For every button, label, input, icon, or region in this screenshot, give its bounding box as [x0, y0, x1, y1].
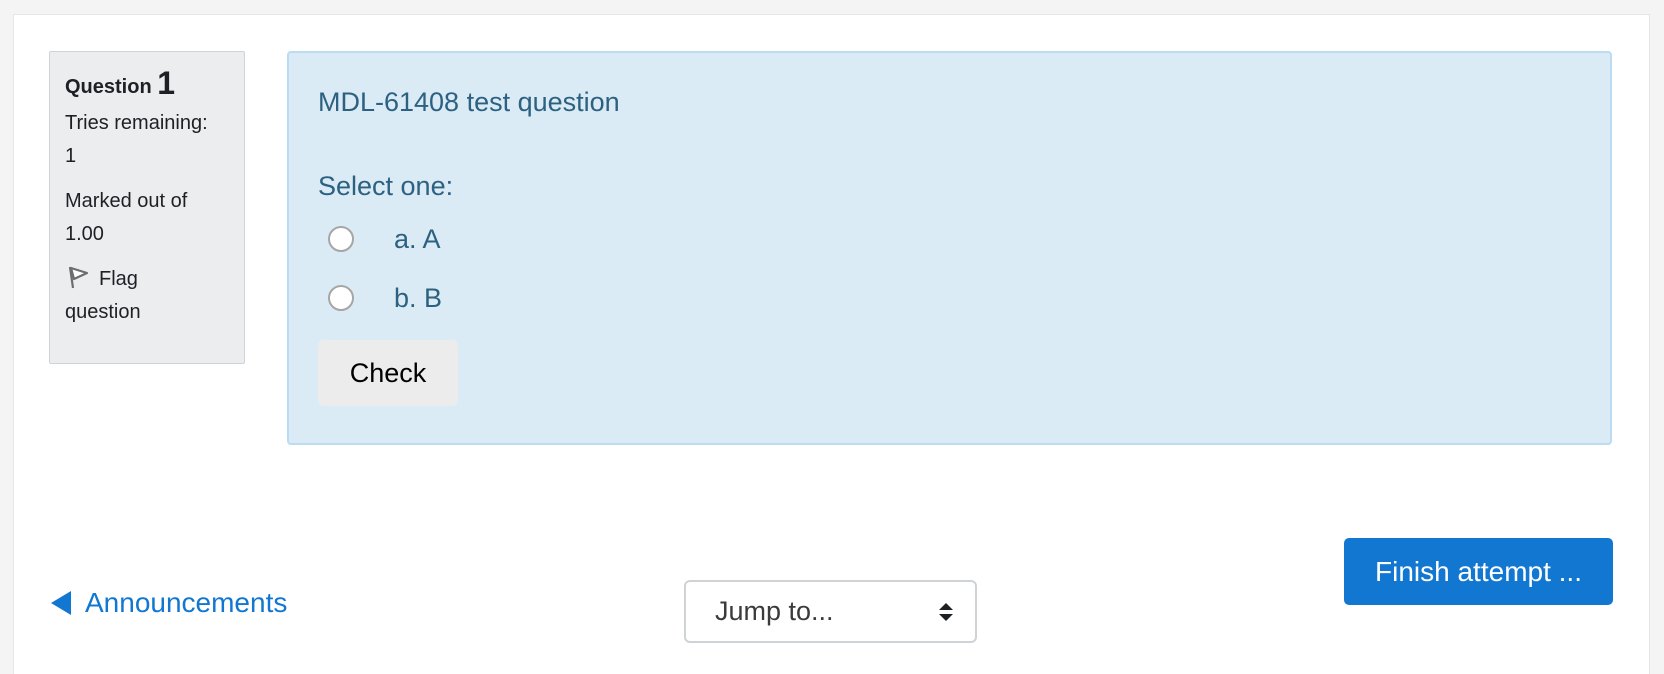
flag-label-line2[interactable]: question: [65, 296, 229, 329]
previous-activity-link[interactable]: Announcements: [51, 583, 287, 623]
flag-label-line1[interactable]: Flag: [99, 268, 138, 290]
answer-option-b-label[interactable]: b. B: [394, 283, 442, 314]
triangle-left-icon[interactable]: [51, 591, 71, 615]
question-number-heading: Question 1: [65, 63, 229, 107]
check-button[interactable]: Check: [318, 340, 458, 406]
question-word: Question: [65, 76, 152, 98]
marked-out-of-value: 1.00: [65, 223, 104, 245]
previous-activity-label[interactable]: Announcements: [85, 587, 287, 619]
finish-attempt-button[interactable]: Finish attempt ...: [1344, 538, 1613, 605]
marked-out-of-label: Marked out of: [65, 190, 188, 212]
answer-option-b[interactable]: b. B: [328, 282, 442, 314]
answer-prompt: Select one:: [318, 171, 454, 201]
question-text: MDL-61408 test question: [318, 87, 620, 117]
tries-remaining-label: Tries remaining:: [65, 112, 208, 134]
tries-remaining-value: 1: [65, 145, 77, 167]
answer-option-a[interactable]: a. A: [328, 223, 441, 255]
question-number: 1: [157, 65, 176, 101]
flag-question-toggle[interactable]: Flag question: [65, 263, 229, 329]
radio-button-b[interactable]: [328, 285, 354, 311]
jump-to-select[interactable]: Jump to...: [684, 580, 977, 643]
flag-icon[interactable]: [65, 264, 91, 290]
jump-to-value[interactable]: Jump to...: [715, 596, 834, 627]
question-content-panel: MDL-61408 test question Select one: a. A…: [287, 51, 1612, 445]
sort-arrows-icon: [939, 603, 953, 621]
radio-button-a[interactable]: [328, 226, 354, 252]
answer-option-a-label[interactable]: a. A: [394, 224, 441, 255]
question-info-panel: Question 1 Tries remaining: 1 Marked out…: [49, 51, 245, 364]
